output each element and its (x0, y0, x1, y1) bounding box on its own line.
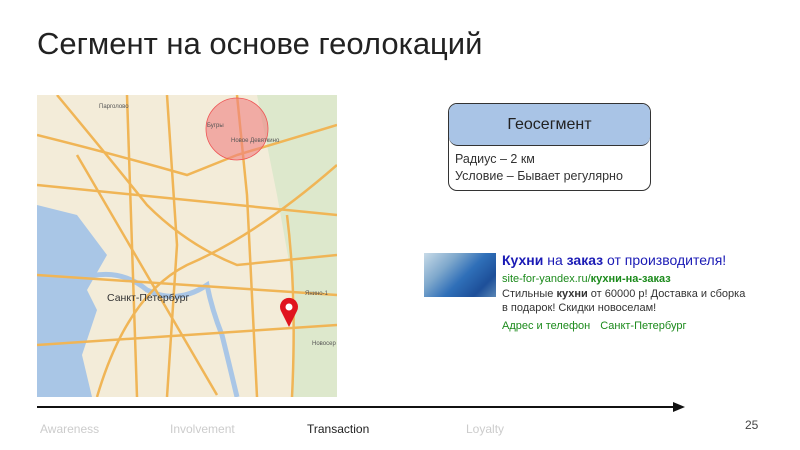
ad-title-text: на (543, 252, 567, 268)
ad-sitelink-address[interactable]: Адрес и телефон (502, 320, 590, 332)
map-label-bugry: Бугры (207, 123, 224, 129)
ad-title-link[interactable]: Кухни на заказ от производителя! (502, 251, 752, 269)
geosegment-radius: Радиус – 2 км (455, 152, 535, 166)
map-label-city: Санкт-Петербург (107, 292, 190, 304)
stage-involvement: Involvement (170, 422, 235, 436)
stage-transaction: Transaction (307, 422, 370, 436)
ad-sitelink-city[interactable]: Санкт-Петербург (600, 320, 686, 332)
arrow-right-icon (673, 402, 685, 412)
ad-title-keyword: заказ (566, 252, 604, 268)
city-map: Парголово Бугры Новое Девяткино Санкт-Пе… (37, 95, 337, 397)
stage-awareness: Awareness (40, 422, 100, 436)
ad-text-keyword: кухни (556, 288, 588, 300)
ad-title-keyword: Кухни (502, 252, 544, 268)
geosegment-condition: Условие – Бывает регулярно (455, 169, 623, 183)
map-label-pargolovo: Парголово (99, 104, 129, 110)
ad-title-text: от производителя! (603, 252, 727, 268)
page-number: 25 (745, 418, 759, 432)
geosegment-header: Геосегмент (449, 104, 650, 146)
ad-text: Стильные (502, 288, 557, 300)
geo-radius-circle (205, 97, 269, 161)
ad-description: Стильные кухни от 60000 р! Доставка и сб… (502, 287, 752, 315)
search-ad: Кухни на заказ от производителя! site-fo… (502, 251, 752, 334)
ad-url-domain: site-for-yandex.ru/ (502, 273, 591, 285)
ad-url[interactable]: site-for-yandex.ru/кухни-на-заказ (502, 271, 752, 287)
geosegment-card: Геосегмент Радиус – 2 км Условие – Бывае… (448, 103, 651, 191)
ad-thumbnail-image[interactable] (424, 253, 496, 297)
stage-loyalty: Loyalty (466, 422, 505, 436)
ad-url-path: кухни-на-заказ (590, 273, 671, 285)
map-label-yanino: Янино-1 (305, 291, 329, 297)
slide-title: Сегмент на основе геолокаций (37, 26, 483, 61)
map-label-novoser: Новосер (312, 341, 336, 347)
map-label-devyatkino: Новое Девяткино (231, 138, 280, 144)
timeline-axis (37, 406, 677, 408)
